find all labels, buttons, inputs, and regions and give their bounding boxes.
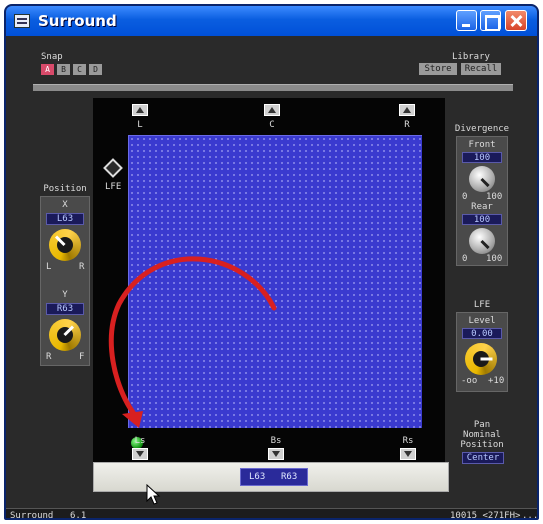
divergence-rear-min: 0 <box>462 254 468 264</box>
position-y-right-label: F <box>79 352 85 362</box>
speaker-ls-label: Ls <box>134 436 146 446</box>
divergence-rear-value[interactable]: 100 <box>462 214 502 225</box>
lfe-level-value[interactable]: 0.00 <box>462 328 502 339</box>
close-button[interactable] <box>505 10 527 31</box>
pan-label-line3: Position <box>460 440 504 450</box>
lfe-level-label: Level <box>468 316 496 326</box>
surround-editor: Snap A B C D Library Store Recall L C R … <box>6 36 539 520</box>
position-x-left-label: L <box>46 262 52 272</box>
position-x-value[interactable]: L63 <box>46 213 84 225</box>
pan-nominal-position-value[interactable]: Center <box>462 452 504 464</box>
minimize-button[interactable] <box>456 10 477 31</box>
readout-x: L63 <box>249 472 266 482</box>
position-y-knob[interactable] <box>49 319 81 351</box>
title-bar[interactable]: Surround <box>6 6 537 36</box>
mouse-cursor-icon <box>146 484 161 505</box>
speaker-bs-label: Bs <box>270 436 282 446</box>
status-ellipsis: ... <box>522 511 539 520</box>
divergence-rear-label: Rear <box>471 202 493 212</box>
pan-label-line2: Nominal <box>463 430 501 440</box>
status-bar: Surround 6.1 10015 <271FH> ... <box>6 508 539 520</box>
position-x-label: X <box>62 200 68 210</box>
maximize-button[interactable] <box>480 10 501 31</box>
divergence-front-max: 100 <box>486 192 503 202</box>
readout-y: R63 <box>281 472 298 482</box>
position-label: Position <box>43 184 87 194</box>
speaker-bs-icon[interactable] <box>268 448 284 460</box>
divergence-label: Divergence <box>454 124 510 134</box>
app-icon <box>14 14 30 28</box>
surround-window: Surround Snap A B C D Library Store Reca… <box>4 4 539 520</box>
speaker-rs-label: Rs <box>402 436 414 446</box>
status-left-label: Surround <box>10 511 54 520</box>
lfe-level-max: +10 <box>488 376 505 386</box>
position-y-left-label: R <box>46 352 52 362</box>
lfe-level-knob[interactable] <box>465 343 497 375</box>
divergence-front-value[interactable]: 100 <box>462 152 502 163</box>
window-title: Surround <box>38 12 117 30</box>
status-mode-label: 6.1 <box>70 511 87 520</box>
lfe-panel-label: LFE <box>473 300 491 310</box>
position-readout: L63 R63 <box>240 468 308 486</box>
pan-label-line1: Pan <box>473 420 491 430</box>
position-y-label: Y <box>62 290 68 300</box>
position-x-knob[interactable] <box>49 229 81 261</box>
status-right-label: 10015 <271FH> <box>450 511 521 520</box>
divergence-front-knob[interactable] <box>469 166 495 192</box>
position-x-right-label: R <box>79 262 85 272</box>
divergence-front-label: Front <box>468 140 496 150</box>
lfe-level-min: -oo <box>461 376 478 386</box>
divergence-rear-max: 100 <box>486 254 503 264</box>
divergence-front-min: 0 <box>462 192 468 202</box>
position-y-value[interactable]: R63 <box>46 303 84 315</box>
speaker-rs-icon[interactable] <box>400 448 416 460</box>
divergence-rear-knob[interactable] <box>469 228 495 254</box>
speaker-ls-icon[interactable] <box>132 448 148 460</box>
